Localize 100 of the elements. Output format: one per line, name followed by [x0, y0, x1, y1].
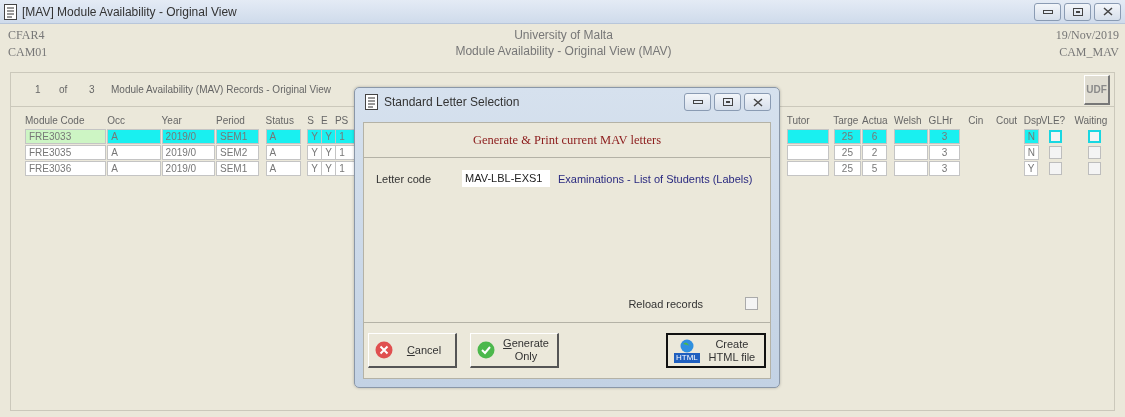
maximize-icon: [1072, 7, 1083, 16]
table-cell: 1: [335, 145, 355, 160]
close-button[interactable]: [744, 93, 771, 111]
cancel-button[interactable]: Cancel: [368, 333, 457, 368]
maximize-button[interactable]: [714, 93, 741, 111]
record-caption: Module Availability (MAV) Records - Original View: [111, 84, 332, 95]
table-cell: 2019/0: [161, 161, 215, 176]
table-cell: FRE3033: [25, 129, 107, 144]
table-cell: SEM1: [216, 129, 259, 144]
checkbox[interactable]: [1087, 130, 1101, 143]
column-header: Module Code: [25, 114, 86, 128]
window-title: [MAV] Module Availability - Original View: [22, 4, 238, 19]
column-header: Cin: [968, 114, 985, 128]
table-cell: [894, 161, 928, 176]
table-cell: 1: [335, 129, 355, 144]
table-cell: Y: [1023, 161, 1039, 176]
close-button[interactable]: [1094, 2, 1121, 21]
dialog-heading: Generate & Print current MAV letters: [364, 123, 770, 158]
column-header: Cout: [996, 114, 1019, 128]
column-header: Occ: [107, 114, 126, 128]
maximize-button[interactable]: [1064, 2, 1091, 21]
record-of: of: [59, 84, 69, 95]
column-header: Year: [161, 114, 183, 128]
table-cell: 2: [862, 145, 887, 160]
table-cell: N: [1023, 145, 1039, 160]
column-header: Targe: [833, 114, 860, 128]
table-cell: FRE3036: [25, 161, 107, 176]
table-cell: FRE3035: [25, 145, 107, 160]
checkbox[interactable]: [1087, 162, 1101, 175]
table-cell: SEM2: [216, 145, 259, 160]
table-cell: 3: [928, 129, 961, 144]
header-code: CAM01: [8, 45, 48, 60]
minimize-button[interactable]: [684, 93, 711, 111]
header-code: CFAR4: [8, 28, 45, 43]
html-badge: HTML: [674, 352, 700, 363]
globe-icon: [679, 338, 694, 353]
table-cell: [787, 145, 829, 160]
table-cell: A: [107, 145, 161, 160]
header-title: Module Availability - Original View (MAV): [455, 44, 672, 58]
letter-code-field[interactable]: MAV-LBL-EXS1: [462, 170, 550, 187]
close-icon: [1102, 7, 1113, 16]
table-cell: A: [107, 129, 161, 144]
table-cell: Y: [321, 161, 336, 176]
letter-description: Examinations - List of Students (Labels): [558, 172, 753, 185]
table-cell: 25: [833, 129, 862, 144]
table-cell: [894, 129, 928, 144]
column-header: VLE?: [1040, 114, 1067, 128]
column-header: Tutor: [786, 114, 811, 128]
table-cell: A: [107, 161, 161, 176]
table-cell: [894, 145, 928, 160]
document-icon: [4, 3, 17, 20]
checkbox[interactable]: [1049, 162, 1063, 175]
table-cell: A: [265, 129, 302, 144]
minimize-icon: [692, 100, 703, 104]
table-cell: Y: [321, 145, 336, 160]
table-cell: 1: [335, 161, 355, 176]
table-cell: [787, 129, 829, 144]
record-total: 3: [89, 84, 96, 95]
checkbox[interactable]: [1049, 130, 1063, 143]
table-cell: 25: [833, 161, 862, 176]
dialog-title: Standard Letter Selection: [384, 95, 521, 109]
checkbox[interactable]: [1049, 146, 1063, 159]
table-cell: A: [265, 145, 302, 160]
html-button[interactable]: HTML Create HTML file: [666, 333, 766, 368]
generate-button[interactable]: Generate Only: [470, 333, 559, 368]
close-icon: [375, 341, 393, 359]
table-cell: Y: [321, 129, 336, 144]
record-position: 1: [35, 84, 42, 95]
maximize-icon: [722, 98, 733, 106]
column-header: Welsh: [893, 114, 923, 128]
reload-label: Reload records: [628, 297, 703, 310]
checkbox[interactable]: [1087, 146, 1101, 159]
table-cell: 3: [928, 145, 961, 160]
header-info: CAM_MAV: [1059, 45, 1119, 60]
column-header: GLHr: [928, 114, 954, 128]
header-title: University of Malta: [514, 28, 613, 42]
table-cell: 3: [928, 161, 961, 176]
minimize-button[interactable]: [1034, 2, 1061, 21]
table-cell: Y: [307, 129, 322, 144]
reload-checkbox[interactable]: [745, 297, 758, 310]
table-cell: A: [265, 161, 302, 176]
minimize-icon: [1042, 9, 1053, 14]
check-icon: [477, 341, 495, 359]
table-cell: 25: [833, 145, 862, 160]
column-header: E: [321, 114, 329, 128]
table-cell: SEM1: [216, 161, 259, 176]
table-cell: Y: [307, 161, 322, 176]
table-cell: 2019/0: [161, 129, 215, 144]
column-header: Waiting: [1074, 114, 1109, 128]
table-cell: Y: [307, 145, 322, 160]
table-cell: 2019/0: [161, 145, 215, 160]
table-cell: N: [1023, 129, 1039, 144]
column-header: S: [307, 114, 315, 128]
close-icon: [752, 97, 763, 107]
table-cell: 6: [862, 129, 887, 144]
table-cell: 5: [862, 161, 887, 176]
column-header: PS: [334, 114, 350, 128]
column-header: Actua: [861, 114, 887, 128]
column-header: Status: [265, 114, 295, 128]
table-cell: [787, 161, 829, 176]
